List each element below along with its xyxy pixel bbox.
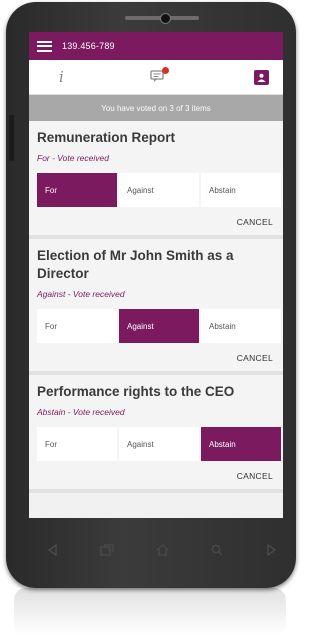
- phone-number: 139.456-789: [62, 41, 115, 51]
- forward-icon[interactable]: [262, 540, 282, 560]
- side-button: [9, 115, 14, 161]
- vote-against-button[interactable]: Against: [119, 173, 199, 207]
- front-camera: [160, 13, 171, 24]
- vote-abstain-button[interactable]: Abstain: [201, 427, 281, 461]
- phone-reflection: [14, 588, 286, 636]
- resolution-item: Performance rights to the CEO Abstain - …: [29, 375, 283, 493]
- resolution-title: Performance rights to the CEO: [37, 384, 235, 399]
- vote-options: For Against Abstain: [37, 173, 283, 207]
- account-icon[interactable]: [254, 69, 269, 85]
- vote-status: Abstain - Vote received: [37, 407, 125, 417]
- search-icon[interactable]: [207, 540, 227, 560]
- system-nav-bar: [42, 535, 282, 565]
- vote-progress-banner: You have voted on 3 of 3 items: [29, 95, 283, 121]
- vote-against-button[interactable]: Against: [119, 309, 199, 343]
- chat-icon[interactable]: [150, 67, 169, 85]
- resolution-item: Remuneration Report For - Vote received …: [29, 121, 283, 239]
- recents-icon[interactable]: [97, 540, 117, 560]
- phone-frame: 139.456-789 i You have voted on 3 of 3 i…: [6, 2, 296, 588]
- resolution-title: Election of Mr John Smith as a Director: [37, 248, 234, 281]
- hamburger-icon[interactable]: [37, 40, 52, 52]
- vote-options: For Against Abstain: [37, 309, 283, 343]
- cancel-button[interactable]: CANCEL: [29, 207, 283, 235]
- resolution-item: Election of Mr John Smith as a Director …: [29, 239, 283, 375]
- vote-abstain-button[interactable]: Abstain: [201, 309, 281, 343]
- toolbar: i: [29, 60, 283, 95]
- vote-for-button[interactable]: For: [37, 173, 117, 207]
- phone-screen: 139.456-789 i You have voted on 3 of 3 i…: [29, 32, 283, 518]
- vote-status: Against - Vote received: [37, 289, 125, 299]
- vote-abstain-button[interactable]: Abstain: [201, 173, 281, 207]
- home-icon[interactable]: [152, 540, 172, 560]
- app-bar: 139.456-789: [29, 32, 283, 60]
- cancel-button[interactable]: CANCEL: [29, 461, 283, 489]
- resolution-title: Remuneration Report: [37, 130, 176, 145]
- vote-against-button[interactable]: Against: [119, 427, 199, 461]
- notification-dot: [161, 67, 169, 74]
- info-icon[interactable]: i: [59, 68, 64, 86]
- vote-options: For Against Abstain: [37, 427, 283, 461]
- vote-for-button[interactable]: For: [37, 427, 117, 461]
- vote-status: For - Vote received: [37, 153, 109, 163]
- vote-for-button[interactable]: For: [37, 309, 117, 343]
- cancel-button[interactable]: CANCEL: [29, 343, 283, 371]
- back-icon[interactable]: [42, 540, 62, 560]
